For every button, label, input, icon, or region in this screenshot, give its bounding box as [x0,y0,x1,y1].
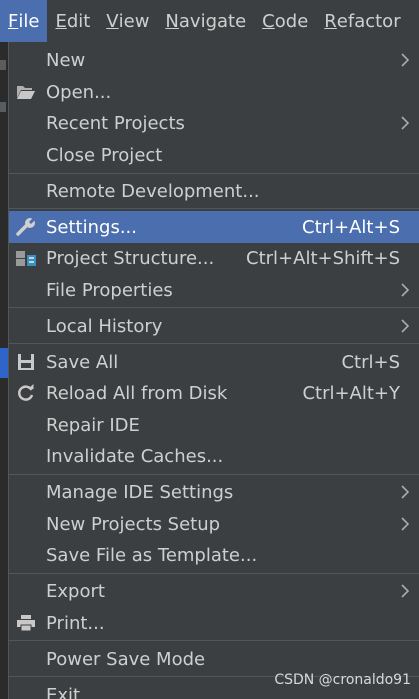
menu-code[interactable]: Code [254,0,316,42]
menu-item-shortcut: Ctrl+Alt+Y [302,382,400,404]
menu-item-label: Export [46,580,105,602]
folder-open-icon [15,82,37,102]
menu-item-print[interactable]: Print... [9,607,419,639]
menu-item-label: Save File as Template... [46,544,258,566]
menu-separator [9,640,419,641]
menu-item-label: Remote Development... [46,180,260,202]
menu-item-shortcut: Ctrl+S [341,351,400,373]
menu-item-label: Close Project [46,144,163,166]
menu-item-shortcut: Ctrl+Alt+S [302,216,400,238]
menu-item-label: Repair IDE [46,414,140,436]
menu-item-project-structure[interactable]: Project Structure... Ctrl+Alt+Shift+S [9,242,419,274]
menu-item-save-file-as-template[interactable]: Save File as Template... [9,539,419,571]
menu-view-rest: iew [118,10,150,32]
menu-view-mnemonic: V [106,10,119,32]
menu-navigate-rest: avigate [178,10,247,32]
menu-item-file-properties[interactable]: File Properties [9,274,419,306]
menu-item-remote-development[interactable]: Remote Development... [9,175,419,207]
menu-navigate-mnemonic: N [165,10,179,32]
menu-item-label: Manage IDE Settings [46,481,234,503]
menu-item-recent-projects[interactable]: Recent Projects [9,107,419,139]
menu-code-rest: ode [274,10,309,32]
menu-item-invalidate-caches[interactable]: Invalidate Caches... [9,440,419,472]
menu-edit[interactable]: Edit [47,0,98,42]
menu-item-label: New Projects Setup [46,513,221,535]
menu-view[interactable]: View [98,0,157,42]
chevron-right-icon [401,485,410,499]
menu-item-close-project[interactable]: Close Project [9,139,419,171]
menu-edit-mnemonic: E [55,10,67,32]
chevron-right-icon [401,53,410,67]
chevron-right-icon [401,319,410,333]
menu-item-new-projects-setup[interactable]: New Projects Setup [9,508,419,540]
menu-item-settings[interactable]: Settings... Ctrl+Alt+S [9,211,419,243]
printer-icon [15,613,37,633]
menu-item-label: Recent Projects [46,112,185,134]
chevron-right-icon [401,283,410,297]
menu-item-label: Settings... [46,216,137,238]
menu-item-label: Power Save Mode [46,648,206,670]
background-selection [0,348,8,378]
wrench-icon [15,217,37,237]
menu-item-save-all[interactable]: Save All Ctrl+S [9,346,419,378]
menu-item-export[interactable]: Export [9,575,419,607]
menu-separator [9,474,419,475]
menu-item-label: Project Structure... [46,247,215,269]
menu-item-power-save-mode[interactable]: Power Save Mode [9,643,419,675]
chevron-right-icon [401,517,410,531]
menu-file[interactable]: File [0,0,48,42]
chevron-right-icon [401,584,410,598]
menu-item-reload-all[interactable]: Reload All from Disk Ctrl+Alt+Y [9,377,419,409]
menu-item-label: File Properties [46,279,173,301]
menu-item-label: Reload All from Disk [46,382,228,404]
chevron-right-icon [401,116,410,130]
background-mark [0,60,6,70]
menu-refactor-mnemonic: R [324,10,337,32]
menu-file-rest: ile [18,10,40,32]
menu-item-label: Open... [46,81,112,103]
watermark: CSDN @cronaldo91 [274,672,411,688]
menu-refactor-rest: efactor [336,10,401,32]
menu-item-repair-ide[interactable]: Repair IDE [9,409,419,441]
project-structure-icon [15,248,37,268]
menu-edit-rest: dit [66,10,91,32]
menu-item-open[interactable]: Open... [9,76,419,108]
reload-icon [15,383,37,403]
menu-navigate[interactable]: Navigate [157,0,254,42]
menu-bar: File Edit View Navigate Code Refactor [0,0,419,42]
menu-item-shortcut: Ctrl+Alt+Shift+S [246,247,400,269]
background-mark [0,102,6,112]
menu-file-mnemonic: F [8,10,19,32]
background-window-edge [0,42,8,699]
menu-separator [9,343,419,344]
menu-item-label: Exit [46,685,81,699]
menu-item-label: Local History [46,315,163,337]
menu-code-mnemonic: C [262,10,275,32]
menu-separator [9,573,419,574]
save-icon [15,352,37,372]
menu-separator [9,307,419,308]
menu-separator [9,208,419,209]
menu-item-label: Print... [46,612,105,634]
menu-refactor[interactable]: Refactor [316,0,408,42]
menu-item-label: New [46,49,86,71]
menu-separator [9,173,419,174]
menu-item-new[interactable]: New [9,44,419,76]
menu-item-label: Save All [46,351,119,373]
menu-item-local-history[interactable]: Local History [9,310,419,342]
file-menu-dropdown: New Open... Recent Projects Close Projec… [8,42,419,699]
menu-item-label: Invalidate Caches... [46,445,224,467]
menu-item-manage-ide-settings[interactable]: Manage IDE Settings [9,476,419,508]
